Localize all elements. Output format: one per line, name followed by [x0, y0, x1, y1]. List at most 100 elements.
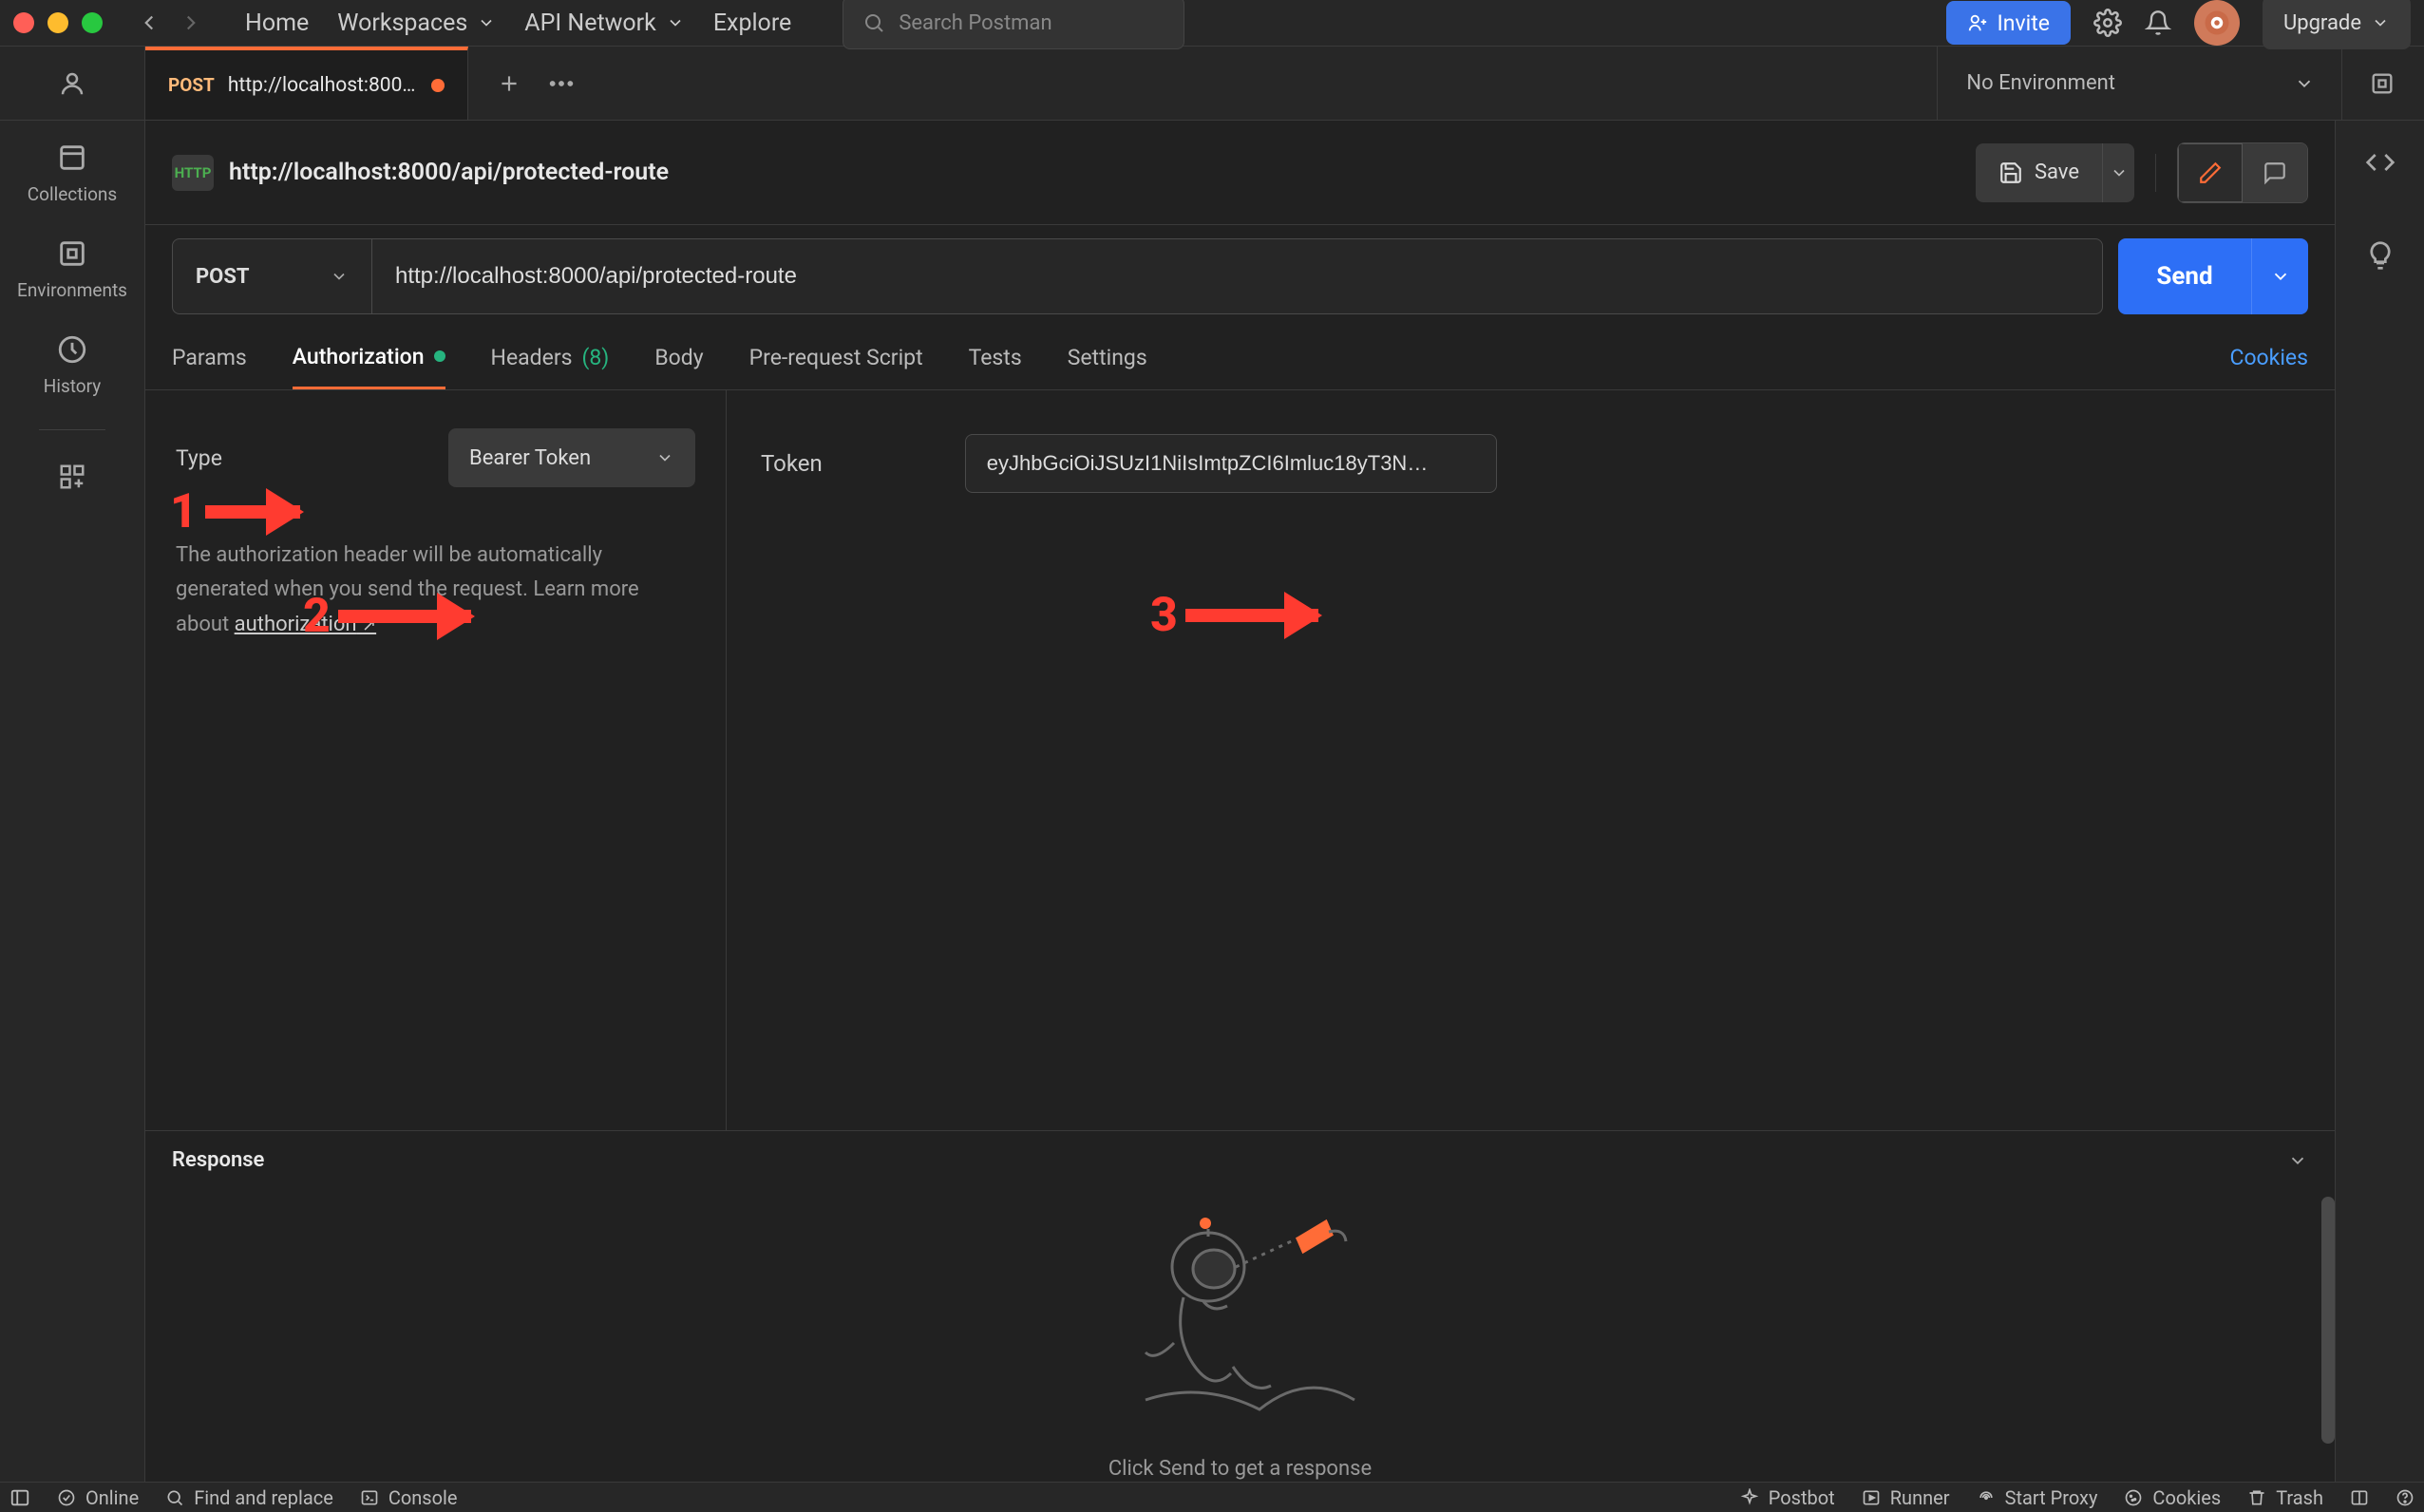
status-start-proxy[interactable]: Start Proxy — [1977, 1486, 2098, 1509]
auth-type-value: Bearer Token — [469, 446, 591, 470]
comment-mode-button[interactable] — [2243, 143, 2307, 202]
status-cookies[interactable]: Cookies — [2124, 1486, 2221, 1509]
active-request-tab[interactable]: POST http://localhost:8000/ — [145, 47, 468, 120]
url-bar: POST Send — [145, 225, 2335, 328]
search-placeholder: Search Postman — [899, 11, 1051, 35]
nav-explore[interactable]: Explore — [713, 9, 791, 37]
rail-collections-label: Collections — [28, 183, 117, 205]
tab-authorization[interactable]: Authorization — [293, 344, 445, 389]
notifications-icon[interactable] — [2145, 9, 2171, 36]
cloud-check-icon — [57, 1488, 76, 1507]
chevron-down-icon — [2371, 13, 2390, 32]
tab-headers[interactable]: Headers (8) — [491, 345, 610, 387]
code-snippet-button[interactable] — [2365, 147, 2396, 178]
status-console-label: Console — [388, 1486, 458, 1509]
pencil-icon — [2198, 161, 2223, 185]
nav-api-network[interactable]: API Network — [524, 9, 685, 37]
auth-type-label: Type — [176, 445, 222, 471]
play-square-icon — [1862, 1488, 1881, 1507]
sidebar-toggle[interactable] — [9, 1487, 30, 1508]
upgrade-button[interactable]: Upgrade — [2263, 0, 2411, 49]
user-icon — [58, 69, 86, 98]
status-trash[interactable]: Trash — [2247, 1486, 2323, 1509]
tab-prerequest[interactable]: Pre-request Script — [749, 345, 923, 387]
url-input[interactable] — [372, 239, 2102, 313]
info-button[interactable] — [2365, 240, 2396, 271]
save-button[interactable]: Save — [1976, 143, 2102, 202]
settings-icon[interactable] — [2093, 9, 2122, 37]
help-icon — [2396, 1488, 2415, 1507]
avatar-icon — [2203, 9, 2231, 37]
status-help[interactable] — [2396, 1488, 2415, 1507]
nav-workspaces-label: Workspaces — [337, 9, 467, 37]
send-dropdown[interactable] — [2251, 238, 2308, 314]
status-console[interactable]: Console — [360, 1486, 458, 1509]
tab-settings[interactable]: Settings — [1068, 345, 1147, 387]
auth-docs-link[interactable]: authorization ↗ — [235, 613, 376, 636]
scrollbar-thumb[interactable] — [2321, 1197, 2335, 1444]
tab-overflow-button[interactable] — [548, 80, 575, 87]
authorization-panel: Type Bearer Token The authorization head… — [145, 390, 2335, 1130]
new-tab-button[interactable] — [497, 71, 521, 96]
method-select[interactable]: POST — [173, 239, 372, 313]
nav-home[interactable]: Home — [245, 9, 309, 37]
search-icon — [862, 11, 885, 34]
response-hint: Click Send to get a response — [1108, 1457, 1372, 1481]
rail-history[interactable]: History — [44, 333, 101, 397]
collections-icon — [56, 142, 88, 174]
minimize-window-dot[interactable] — [47, 12, 68, 33]
auth-type-select[interactable]: Bearer Token — [448, 428, 695, 487]
view-mode-toggle — [2177, 142, 2308, 203]
invite-button[interactable]: Invite — [1946, 1, 2071, 45]
status-postbot-label: Postbot — [1769, 1486, 1835, 1509]
tab-params[interactable]: Params — [172, 345, 247, 387]
two-pane-icon — [2350, 1488, 2369, 1507]
save-dropdown[interactable] — [2102, 143, 2134, 202]
nav-api-network-label: API Network — [524, 9, 656, 37]
astronaut-illustration — [1108, 1210, 1373, 1428]
status-layout-toggle[interactable] — [2350, 1488, 2369, 1507]
send-button[interactable]: Send — [2118, 238, 2251, 314]
tab-method: POST — [168, 74, 215, 96]
status-runner[interactable]: Runner — [1862, 1486, 1950, 1509]
user-avatar[interactable] — [2194, 0, 2240, 46]
status-bar: Online Find and replace Console Postbot … — [0, 1482, 2424, 1512]
rail-environments[interactable]: Environments — [17, 237, 127, 301]
token-input[interactable] — [965, 434, 1497, 493]
signal-icon — [1977, 1488, 1996, 1507]
chevron-down-icon — [330, 267, 349, 286]
nav-forward-icon[interactable] — [179, 10, 203, 35]
response-title: Response — [172, 1148, 264, 1172]
auth-docs-link-label: authorization — [235, 613, 357, 636]
account-icon-slot[interactable] — [0, 47, 145, 120]
maximize-window-dot[interactable] — [82, 12, 103, 33]
rail-collections[interactable]: Collections — [28, 142, 117, 205]
response-scrollbar[interactable] — [2321, 1197, 2335, 1474]
left-rail: Collections Environments History — [0, 121, 145, 1482]
eye-variable-icon — [2369, 70, 2396, 97]
history-nav — [137, 10, 203, 35]
status-find-replace[interactable]: Find and replace — [165, 1486, 333, 1509]
unsaved-indicator — [431, 79, 445, 92]
tab-tests[interactable]: Tests — [969, 345, 1022, 387]
rail-configure[interactable] — [58, 463, 86, 491]
global-search[interactable]: Search Postman — [843, 0, 1184, 49]
status-online[interactable]: Online — [57, 1486, 139, 1509]
token-label: Token — [761, 450, 823, 477]
build-mode-button[interactable] — [2178, 143, 2243, 202]
close-window-dot[interactable] — [13, 12, 34, 33]
environment-selector[interactable]: No Environment — [1937, 47, 2424, 120]
chevron-down-icon — [655, 448, 674, 467]
status-postbot[interactable]: Postbot — [1740, 1486, 1835, 1509]
cookies-link[interactable]: Cookies — [2229, 345, 2308, 387]
status-cookies-label: Cookies — [2152, 1486, 2221, 1509]
nav-workspaces[interactable]: Workspaces — [337, 9, 496, 37]
environment-quick-look[interactable] — [2341, 47, 2396, 120]
environments-icon — [56, 237, 88, 270]
status-find-replace-label: Find and replace — [194, 1486, 333, 1509]
nav-back-icon[interactable] — [137, 10, 161, 35]
tab-body[interactable]: Body — [654, 345, 703, 387]
response-collapse[interactable] — [2287, 1150, 2308, 1171]
request-subtabs: Params Authorization Headers (8) Body Pr… — [145, 328, 2335, 390]
window-controls — [13, 12, 103, 33]
